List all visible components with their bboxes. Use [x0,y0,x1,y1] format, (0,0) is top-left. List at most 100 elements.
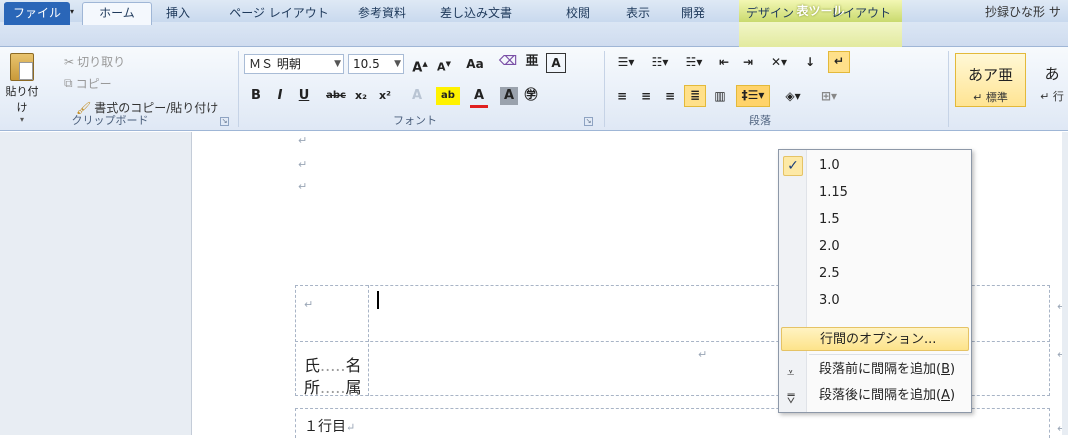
change-case-button[interactable]: Aa [462,55,488,73]
shrink-font-icon[interactable]: A▼ [434,55,454,77]
bold-button[interactable]: B [248,87,264,105]
line-spacing-button[interactable]: ‡☰▾ [736,85,770,107]
space-before-icon: ⩡ [787,366,795,381]
style-normal[interactable]: あア亜 ↵ 標準 [955,53,1026,107]
scissors-icon: ✂ [64,54,75,69]
bullets-icon[interactable]: ☰▾ [612,53,640,71]
font-color-icon[interactable]: A [470,87,488,108]
phonetic-guide-icon[interactable]: 亜 [522,53,542,71]
tab-page-layout[interactable]: ページ レイアウト [222,3,336,25]
multilevel-list-icon[interactable]: ☵▾ [680,53,708,71]
italic-button[interactable]: I [272,87,288,105]
strikethrough-button[interactable]: abc [324,87,348,105]
paste-button[interactable]: 貼り付け ▾ [4,51,40,124]
line-spacing-1-15[interactable]: 1.15 [781,181,969,205]
char-shading-icon[interactable]: A [500,87,518,105]
style-normal-sample: あア亜 [967,66,1013,84]
table-col-divider [368,285,369,396]
table-tools-tabs-bg [739,22,902,47]
asian-layout-icon[interactable]: ✕▾ [766,53,792,71]
name-label[interactable]: 氏.....名 [304,352,361,376]
group-divider [604,51,605,127]
add-space-before-item[interactable]: ⩡ 段落前に間隔を追加(B) [781,358,969,382]
font-size-value: 10.5 [353,57,380,71]
style-next-label: ↵ 行 [1040,90,1064,103]
grow-font-icon[interactable]: A▲ [410,55,430,77]
clipboard-launcher-icon[interactable]: ↘ [220,117,229,126]
distributed-icon[interactable]: ▥ [710,87,730,105]
tab-references[interactable]: 参考資料 [350,3,414,25]
document-title: 抄録ひな形 サ [985,5,1061,19]
borders-icon[interactable]: ⊞▾ [814,87,844,105]
font-group-label: フォント [393,114,437,127]
line-spacing-menu: ✓ 1.0 1.15 1.5 2.0 2.5 3.0 行間のオプション... ⩡… [778,149,972,413]
paragraph-mark: ↵ [298,158,308,171]
paragraph-mark: ↵ [298,134,308,147]
tab-insert[interactable]: 挿入 [160,3,196,25]
align-center-icon[interactable]: ≡ [636,87,656,105]
font-size-box[interactable]: 10.5 ▼ [348,54,404,74]
chevron-down-icon: ▼ [334,59,341,69]
subscript-button[interactable]: x₂ [352,87,370,105]
cut-button[interactable]: ✂ 切り取り [64,53,125,70]
affiliation-label[interactable]: 所.....属 [304,374,361,398]
space-after-icon: ⩢ [787,392,795,407]
left-margin-area [0,132,191,435]
tab-view[interactable]: 表示 [618,3,658,25]
line-spacing-2-0[interactable]: 2.0 [781,235,969,259]
superscript-button[interactable]: x² [376,87,394,105]
ribbon-tabs [0,22,1068,47]
align-left-icon[interactable]: ≡ [612,87,632,105]
increase-indent-icon[interactable]: ⇥ [738,53,758,71]
first-line-text[interactable]: １行目↵ [304,416,355,436]
style-normal-label: ↵ 標準 [973,91,1008,104]
paste-icon [10,53,34,81]
sort-icon[interactable]: ↓ [800,53,820,71]
paste-label: 貼り付け [5,85,39,114]
show-marks-icon[interactable]: ↵ [828,51,850,73]
ribbon: 貼り付け ▾ ✂ 切り取り ⧉ コピー 🖌 書式のコピー/貼り付け クリップボー… [0,47,1068,131]
line-spacing-1-5[interactable]: 1.5 [781,208,969,232]
tab-review[interactable]: 校閲 [558,3,598,25]
copy-icon: ⧉ [64,76,73,90]
align-right-icon[interactable]: ≡ [660,87,680,105]
line-spacing-1-0[interactable]: ✓ 1.0 [781,154,969,178]
right-margin-area [1062,132,1068,435]
change-case-label: Aa [466,57,484,71]
char-border-icon[interactable]: A [546,53,566,73]
paragraph-mark: ↵ [298,180,308,193]
underline-button[interactable]: U [296,87,312,105]
tab-layout[interactable]: レイアウト [828,3,894,25]
line-spacing-3-0[interactable]: 3.0 [781,289,969,313]
numbering-icon[interactable]: ☷▾ [646,53,674,71]
tab-mailings[interactable]: 差し込み文書 [431,3,521,25]
cell-mark: ↵ [698,348,708,361]
style-next-sample: あ [1044,65,1060,83]
group-divider [948,51,949,127]
text-cursor [377,291,379,309]
text-effects-icon[interactable]: A [408,87,426,105]
font-name-value: ＭＳ 明朝 [249,57,301,71]
justify-icon[interactable]: ≣ [684,85,706,107]
tab-design[interactable]: デザイン [742,3,798,25]
enclosed-char-icon[interactable]: ㊫ [522,87,540,105]
chevron-down-icon: ▼ [394,59,401,69]
tab-developer[interactable]: 開発 [670,3,716,25]
font-launcher-icon[interactable]: ↘ [584,117,593,126]
tab-file[interactable]: ファイル [4,2,70,25]
line-spacing-options[interactable]: 行間のオプション... [781,327,969,351]
clipboard-group-label: クリップボード [71,114,149,127]
shading-icon[interactable]: ◈▾ [778,87,808,105]
paste-dropdown-icon[interactable]: ▾ [4,115,40,124]
copy-button[interactable]: ⧉ コピー [64,75,112,92]
style-next[interactable]: あ ↵ 行 [1032,53,1068,107]
cut-label: 切り取り [77,55,126,69]
clear-formatting-icon[interactable]: ⌫ [498,53,518,71]
font-name-box[interactable]: ＭＳ 明朝 ▼ [244,54,344,74]
decrease-indent-icon[interactable]: ⇤ [714,53,734,71]
add-space-after-item[interactable]: ⩢ 段落後に間隔を追加(A) [781,384,969,408]
highlight-icon[interactable]: ab [436,87,460,105]
group-divider [238,51,239,127]
tab-home[interactable]: ホーム [82,2,152,25]
line-spacing-2-5[interactable]: 2.5 [781,262,969,286]
